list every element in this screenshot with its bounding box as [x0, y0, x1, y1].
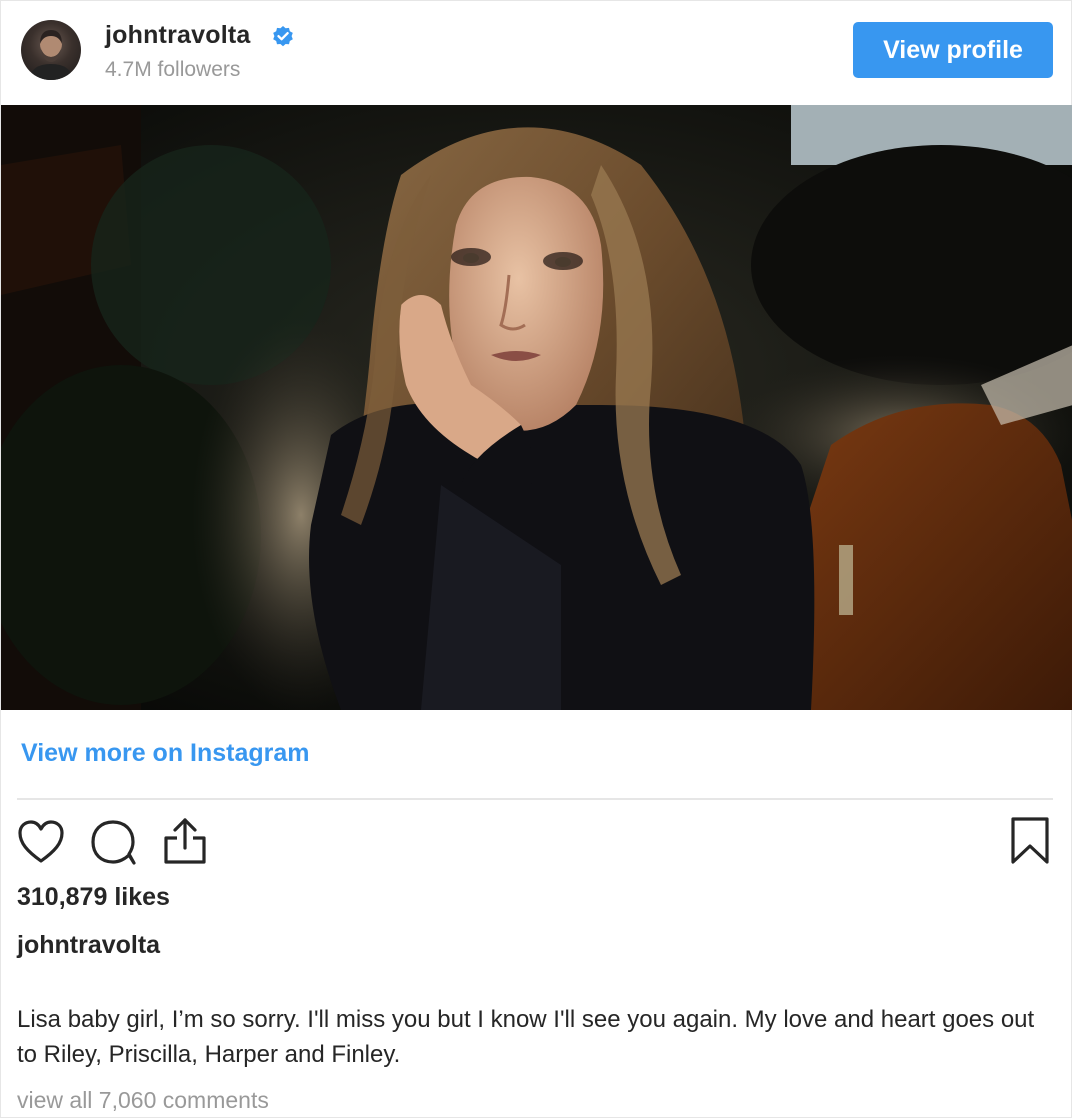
post-header: johntravolta 4.7M followers View profile — [1, 1, 1072, 105]
view-more-on-instagram-link[interactable]: View more on Instagram — [21, 739, 310, 768]
view-profile-button[interactable]: View profile — [853, 22, 1053, 78]
instagram-embed: johntravolta 4.7M followers View profile — [0, 0, 1072, 1118]
view-all-comments-link[interactable]: view all 7,060 comments — [17, 1087, 269, 1114]
caption-text: Lisa baby girl, I’m so sorry. I'll miss … — [17, 1006, 1035, 1068]
post-photo[interactable] — [1, 105, 1072, 710]
username[interactable]: johntravolta — [105, 21, 250, 50]
comment-icon[interactable] — [89, 819, 137, 865]
verified-badge-icon — [273, 26, 293, 47]
bookmark-icon[interactable] — [1009, 816, 1051, 866]
avatar[interactable] — [21, 20, 81, 80]
share-icon[interactable] — [161, 816, 209, 866]
caption-username[interactable]: johntravolta — [17, 931, 160, 960]
follower-count: 4.7M followers — [105, 58, 241, 81]
heart-icon[interactable] — [17, 819, 65, 865]
divider — [17, 798, 1053, 800]
like-count[interactable]: 310,879 likes — [17, 883, 170, 912]
